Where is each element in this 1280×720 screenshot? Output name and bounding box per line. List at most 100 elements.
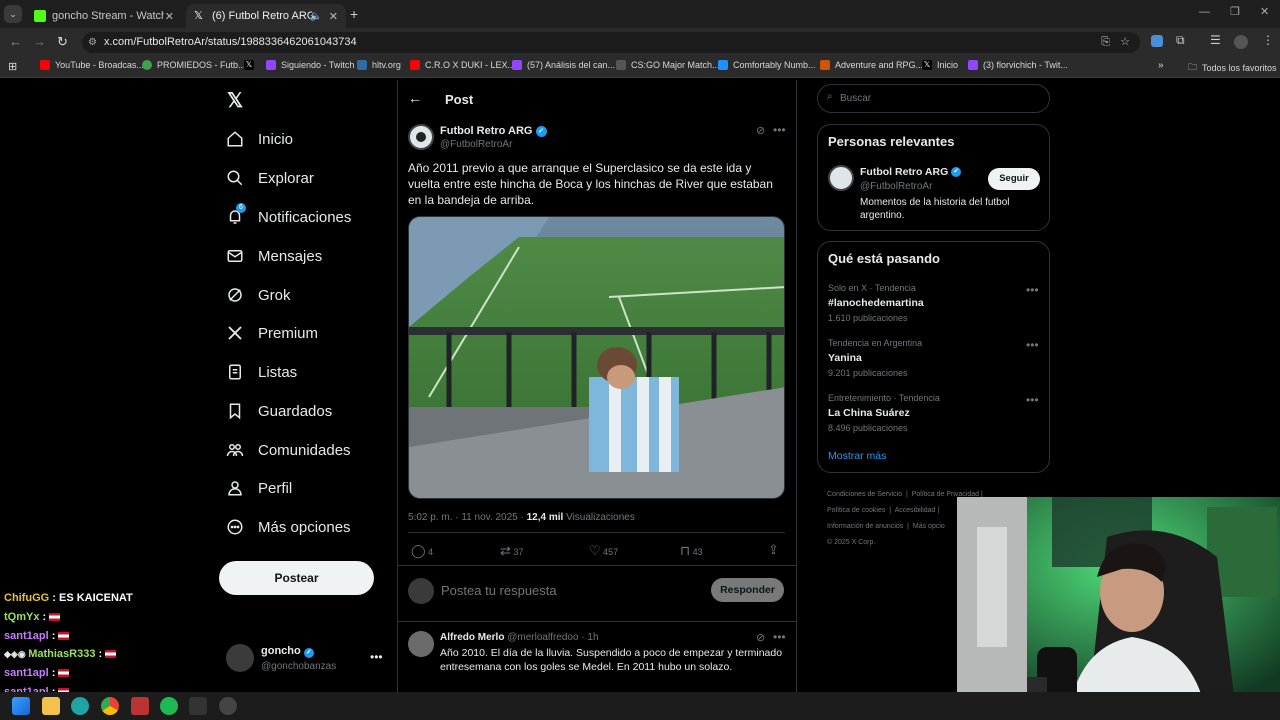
search-bar[interactable]: ⌕ Buscar bbox=[817, 84, 1050, 113]
post-timestamp[interactable]: 5:02 p. m. · 11 nov. 2025 · bbox=[408, 512, 527, 523]
bookmark-item[interactable]: Adventure and RPG... bbox=[820, 60, 923, 70]
relevant-name[interactable]: Futbol Retro ARG ✓ bbox=[860, 166, 962, 178]
audio-icon[interactable]: 🔈 bbox=[310, 11, 322, 22]
trend-item[interactable]: Tendencia en Argentina Yanina 9.201 publ… bbox=[828, 338, 1043, 378]
apps-icon[interactable]: ⊞ bbox=[8, 60, 17, 73]
address-bar[interactable]: ⚙ x.com/FutbolRetroAr/status/19883364620… bbox=[82, 32, 1140, 53]
nav-communities[interactable]: Comunidades bbox=[226, 438, 351, 462]
footer-link[interactable]: Política de cookies bbox=[827, 507, 885, 514]
tab-goncho-stream[interactable]: goncho Stream - Watch Live on ✕ bbox=[26, 4, 182, 28]
bookmark-button[interactable]: ⊓ 43 bbox=[680, 543, 703, 559]
menu-icon[interactable]: ⋮ bbox=[1262, 33, 1274, 47]
show-more-link[interactable]: Mostrar más bbox=[828, 450, 886, 462]
windows-start-icon[interactable] bbox=[12, 697, 30, 715]
relevant-avatar[interactable] bbox=[828, 165, 854, 191]
file-explorer-icon[interactable] bbox=[42, 697, 60, 715]
extension-icon[interactable] bbox=[1151, 35, 1163, 47]
more-icon[interactable]: ••• bbox=[773, 630, 786, 644]
bookmark-item[interactable]: 𝕏 bbox=[244, 60, 259, 70]
site-info-icon[interactable]: ⚙ bbox=[88, 32, 97, 53]
copyright: © 2025 X Corp. bbox=[827, 539, 876, 546]
follow-button[interactable]: Seguir bbox=[988, 168, 1040, 190]
media-icon[interactable]: ☰ bbox=[1210, 33, 1221, 47]
close-tab-icon[interactable]: ✕ bbox=[165, 10, 174, 23]
nav-bookmarks[interactable]: Guardados bbox=[226, 399, 332, 423]
author-name[interactable]: Futbol Retro ARG ✓ bbox=[440, 125, 547, 137]
new-tab-button[interactable]: + bbox=[350, 6, 358, 22]
reply-author[interactable]: Alfredo Merlo bbox=[440, 632, 504, 643]
app-icon[interactable] bbox=[131, 697, 149, 715]
back-arrow-icon[interactable]: ← bbox=[408, 90, 422, 106]
forward-icon[interactable]: → bbox=[33, 34, 46, 49]
footer-link[interactable]: Condiciones de Servicio bbox=[827, 491, 902, 498]
bookmark-item[interactable]: 𝕏 Inicio bbox=[922, 60, 958, 70]
more-icon[interactable]: ••• bbox=[1026, 393, 1039, 407]
account-switcher[interactable]: goncho ✓ @gonchobanzas ••• bbox=[226, 644, 386, 676]
obs-icon[interactable] bbox=[219, 697, 237, 715]
grok-icon[interactable]: ⊘ bbox=[756, 631, 765, 644]
bookmark-item[interactable]: Siguiendo - Twitch bbox=[266, 60, 354, 70]
bookmark-item[interactable]: (3) florvichich - Twit... bbox=[968, 60, 1068, 70]
trend-item[interactable]: Solo en X · Tendencia #lanochedemartina … bbox=[828, 283, 1043, 323]
bookmark-star-icon[interactable]: ☆ bbox=[1120, 32, 1130, 53]
share-icon[interactable]: ⇪ bbox=[768, 542, 779, 558]
chat-message: tQmYx : bbox=[4, 611, 61, 623]
nav-grok[interactable]: Grok bbox=[226, 283, 291, 307]
grok-icon[interactable]: ⊘ bbox=[756, 124, 765, 137]
close-window-icon[interactable]: ✕ bbox=[1260, 5, 1269, 18]
more-icon[interactable]: ••• bbox=[1026, 283, 1039, 297]
nav-home[interactable]: Inicio bbox=[226, 127, 293, 151]
tab-list-button[interactable]: ⌄ bbox=[4, 5, 22, 23]
more-icon[interactable]: ••• bbox=[1026, 338, 1039, 352]
author-avatar[interactable] bbox=[408, 124, 434, 150]
more-icon[interactable]: ••• bbox=[370, 650, 383, 664]
trend-item[interactable]: Entretenimiento · Tendencia La China Suá… bbox=[828, 393, 1043, 433]
all-bookmarks[interactable]: 🗀 Todos los favoritos bbox=[1188, 60, 1277, 76]
post-button[interactable]: Postear bbox=[219, 561, 374, 595]
nav-premium[interactable]: Premium bbox=[226, 321, 318, 345]
app-icon[interactable] bbox=[189, 697, 207, 715]
nav-messages[interactable]: Mensajes bbox=[226, 244, 322, 268]
edge-icon[interactable] bbox=[71, 697, 89, 715]
bookmark-item[interactable]: C.R.O X DUKI - LEX... bbox=[410, 60, 515, 70]
more-icon[interactable]: ••• bbox=[773, 123, 786, 137]
puzzle-icon[interactable]: ⧉ bbox=[1176, 33, 1185, 48]
relevant-handle[interactable]: @FutbolRetroAr bbox=[860, 181, 932, 192]
nav-more[interactable]: Más opciones bbox=[226, 515, 351, 539]
author-handle[interactable]: @FutbolRetroAr bbox=[440, 139, 512, 150]
install-icon[interactable]: ⎘ bbox=[1101, 32, 1110, 53]
post-video[interactable] bbox=[408, 216, 785, 499]
reply-input[interactable]: Postea tu respuesta bbox=[441, 583, 557, 598]
bookmark-item[interactable]: YouTube - Broadcas... bbox=[40, 60, 144, 70]
reply-submit-button[interactable]: Responder bbox=[711, 578, 784, 602]
chrome-icon[interactable] bbox=[101, 697, 119, 715]
reply-time[interactable]: · 1h bbox=[581, 632, 598, 643]
more-bookmarks-icon[interactable]: » bbox=[1158, 60, 1164, 71]
close-tab-icon[interactable]: ✕ bbox=[329, 10, 338, 23]
nav-notifications[interactable]: Notificaciones 6 bbox=[226, 203, 351, 229]
x-logo-icon[interactable]: 𝕏 bbox=[227, 88, 243, 113]
bookmark-item[interactable]: CS:GO Major Match... bbox=[616, 60, 720, 70]
profile-avatar[interactable] bbox=[1234, 35, 1248, 49]
minimize-icon[interactable]: — bbox=[1199, 6, 1210, 18]
footer-link[interactable]: Información de anuncios bbox=[827, 523, 903, 530]
nav-explore[interactable]: Explorar bbox=[226, 166, 314, 190]
repost-button[interactable]: ⇄ 37 bbox=[500, 543, 523, 559]
bookmark-item[interactable]: hltv.org bbox=[357, 60, 401, 70]
bookmark-item[interactable]: (57) Análisis del can... bbox=[512, 60, 615, 70]
footer-link[interactable]: Accesibilidad bbox=[895, 507, 936, 514]
reply-button[interactable]: ◯ 4 bbox=[411, 543, 433, 559]
restore-icon[interactable]: ❐ bbox=[1230, 5, 1240, 18]
bookmark-item[interactable]: Comfortably Numb... bbox=[718, 60, 816, 70]
like-button[interactable]: ♡ 457 bbox=[589, 543, 618, 559]
nav-profile[interactable]: Perfil bbox=[226, 476, 292, 500]
back-icon[interactable]: ← bbox=[9, 34, 22, 49]
spotify-icon[interactable] bbox=[160, 697, 178, 715]
nav-lists[interactable]: Listas bbox=[226, 360, 297, 384]
reply-handle[interactable]: @merloalfredoo bbox=[507, 632, 578, 643]
bookmark-item[interactable]: PROMIEDOS - Futb... bbox=[142, 60, 246, 70]
tab-futbol-retro[interactable]: 𝕏 (6) Futbol Retro ARG en X: 🔈 ✕ bbox=[186, 4, 346, 28]
footer-link[interactable]: Más opcio bbox=[913, 523, 945, 530]
reload-icon[interactable]: ↻ bbox=[57, 34, 68, 50]
reply-avatar[interactable] bbox=[408, 631, 434, 657]
